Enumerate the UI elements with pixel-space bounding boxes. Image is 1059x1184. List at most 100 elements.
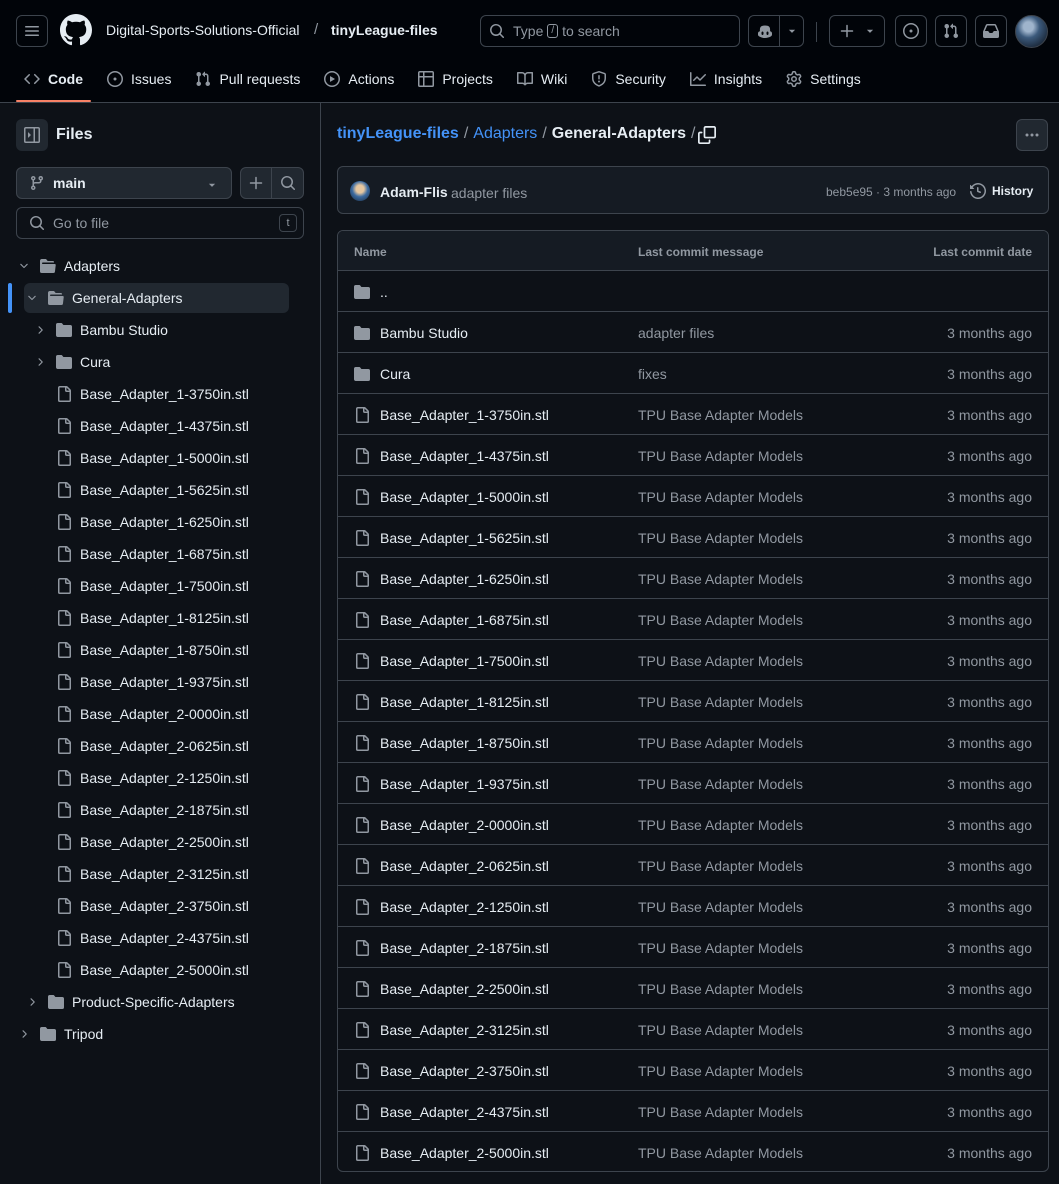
search-input[interactable]: Type / to search — [480, 15, 740, 47]
tree-folder-item[interactable]: Cura — [32, 347, 300, 377]
table-row[interactable]: Bambu Studio adapter files 3 months ago — [338, 312, 1048, 353]
tree-file-item[interactable]: Base_Adapter_1-8125in.stl — [32, 603, 300, 633]
row-name-link[interactable]: Base_Adapter_1-3750in.stl — [380, 407, 549, 423]
table-row[interactable]: Cura fixes 3 months ago — [338, 353, 1048, 394]
tree-file-item[interactable]: Base_Adapter_1-4375in.stl — [32, 411, 300, 441]
tree-file-item[interactable]: Base_Adapter_1-9375in.stl — [32, 667, 300, 697]
row-name-link[interactable]: Base_Adapter_1-7500in.stl — [380, 653, 549, 669]
table-row[interactable]: Base_Adapter_2-3125in.stl TPU Base Adapte… — [338, 1009, 1048, 1050]
tab-code[interactable]: Code — [16, 62, 91, 102]
row-name-link[interactable]: Base_Adapter_1-9375in.stl — [380, 776, 549, 792]
row-commit-message-link[interactable]: TPU Base Adapter Models — [638, 571, 803, 587]
tree-file-item[interactable]: Base_Adapter_1-6250in.stl — [32, 507, 300, 537]
create-new-button[interactable] — [829, 15, 885, 47]
tree-file-item[interactable]: Base_Adapter_1-6875in.stl — [32, 539, 300, 569]
row-name-link[interactable]: Cura — [380, 366, 410, 382]
tab-issues[interactable]: Issues — [99, 62, 179, 96]
row-commit-message-link[interactable]: adapter files — [638, 325, 714, 341]
author-avatar[interactable] — [350, 181, 370, 201]
parent-directory-link[interactable]: .. — [380, 284, 388, 300]
copy-path-button[interactable] — [698, 126, 716, 144]
row-name-link[interactable]: Base_Adapter_1-5625in.stl — [380, 530, 549, 546]
row-commit-message-link[interactable]: TPU Base Adapter Models — [638, 1145, 803, 1161]
row-name-link[interactable]: Base_Adapter_2-3750in.stl — [380, 1063, 549, 1079]
tree-file-item[interactable]: Base_Adapter_2-2500in.stl — [32, 827, 300, 857]
row-commit-message-link[interactable]: fixes — [638, 366, 667, 382]
row-name-link[interactable]: Base_Adapter_1-5000in.stl — [380, 489, 549, 505]
repo-name-link[interactable]: tinyLeague-files — [331, 22, 438, 38]
repo-owner-link[interactable]: Digital-Sports-Solutions-Official — [106, 22, 299, 38]
tree-folder-item[interactable]: Bambu Studio — [32, 315, 300, 345]
table-row[interactable]: Base_Adapter_2-1250in.stl TPU Base Adapte… — [338, 886, 1048, 927]
row-name-link[interactable]: Base_Adapter_2-1250in.stl — [380, 899, 549, 915]
tab-settings[interactable]: Settings — [778, 62, 869, 96]
tree-file-item[interactable]: Base_Adapter_1-7500in.stl — [32, 571, 300, 601]
row-commit-message-link[interactable]: TPU Base Adapter Models — [638, 858, 803, 874]
row-commit-message-link[interactable]: TPU Base Adapter Models — [638, 735, 803, 751]
tab-security[interactable]: Security — [583, 62, 674, 96]
menu-button[interactable] — [16, 15, 48, 47]
row-name-link[interactable]: Base_Adapter_2-1875in.stl — [380, 940, 549, 956]
row-commit-message-link[interactable]: TPU Base Adapter Models — [638, 448, 803, 464]
row-name-link[interactable]: Base_Adapter_2-3125in.stl — [380, 1022, 549, 1038]
tree-file-item[interactable]: Base_Adapter_1-3750in.stl — [32, 379, 300, 409]
row-commit-message-link[interactable]: TPU Base Adapter Models — [638, 407, 803, 423]
row-commit-message-link[interactable]: TPU Base Adapter Models — [638, 1022, 803, 1038]
tree-file-item[interactable]: Base_Adapter_2-4375in.stl — [32, 923, 300, 953]
table-row[interactable]: Base_Adapter_1-9375in.stl TPU Base Adapte… — [338, 763, 1048, 804]
commit-author-link[interactable]: Adam-Flis — [380, 184, 448, 200]
row-commit-message-link[interactable]: TPU Base Adapter Models — [638, 899, 803, 915]
breadcrumb-repo-link[interactable]: tinyLeague-files — [337, 125, 459, 143]
row-commit-message-link[interactable]: TPU Base Adapter Models — [638, 1063, 803, 1079]
tree-file-item[interactable]: Base_Adapter_2-1875in.stl — [32, 795, 300, 825]
table-row[interactable]: Base_Adapter_1-4375in.stl TPU Base Adapte… — [338, 435, 1048, 476]
row-name-link[interactable]: Base_Adapter_1-4375in.stl — [380, 448, 549, 464]
tree-folder-item[interactable]: General-Adapters — [24, 283, 289, 313]
tree-file-item[interactable]: Base_Adapter_2-5000in.stl — [32, 955, 300, 985]
more-options-button[interactable] — [1016, 119, 1048, 151]
tree-caret[interactable] — [16, 1028, 32, 1040]
table-row[interactable]: Base_Adapter_1-8125in.stl TPU Base Adapte… — [338, 681, 1048, 722]
row-name-link[interactable]: Base_Adapter_1-8125in.stl — [380, 694, 549, 710]
issues-button[interactable] — [895, 15, 927, 47]
table-row[interactable]: Base_Adapter_1-6875in.stl TPU Base Adapte… — [338, 599, 1048, 640]
tab-actions[interactable]: Actions — [316, 62, 402, 96]
table-row[interactable]: Base_Adapter_1-3750in.stl TPU Base Adapte… — [338, 394, 1048, 435]
tree-file-item[interactable]: Base_Adapter_2-0000in.stl — [32, 699, 300, 729]
table-row[interactable]: Base_Adapter_2-3750in.stl TPU Base Adapte… — [338, 1050, 1048, 1091]
tree-caret[interactable] — [32, 324, 48, 336]
tab-pull-requests[interactable]: Pull requests — [187, 62, 308, 96]
github-logo-icon[interactable] — [60, 14, 92, 46]
table-row[interactable]: Base_Adapter_2-5000in.stl TPU Base Adapte… — [338, 1132, 1048, 1171]
tree-file-item[interactable]: Base_Adapter_2-1250in.stl — [32, 763, 300, 793]
collapse-sidebar-button[interactable] — [16, 119, 48, 151]
row-commit-message-link[interactable]: TPU Base Adapter Models — [638, 776, 803, 792]
table-row[interactable]: Base_Adapter_2-0000in.stl TPU Base Adapte… — [338, 804, 1048, 845]
breadcrumb-adapters-link[interactable]: Adapters — [473, 125, 537, 143]
branch-selector[interactable]: main — [16, 167, 232, 199]
parent-directory-row[interactable]: .. — [338, 271, 1048, 312]
commit-hash-time[interactable]: beb5e95 · 3 months ago — [826, 185, 956, 199]
go-to-file-input[interactable]: Go to file t — [16, 207, 304, 239]
tree-folder-item[interactable]: Tripod — [16, 1019, 300, 1049]
inbox-button[interactable] — [975, 15, 1007, 47]
row-name-link[interactable]: Base_Adapter_2-0000in.stl — [380, 817, 549, 833]
row-commit-message-link[interactable]: TPU Base Adapter Models — [638, 940, 803, 956]
tree-file-item[interactable]: Base_Adapter_1-8750in.stl — [32, 635, 300, 665]
row-name-link[interactable]: Base_Adapter_2-0625in.stl — [380, 858, 549, 874]
row-commit-message-link[interactable]: TPU Base Adapter Models — [638, 981, 803, 997]
row-name-link[interactable]: Base_Adapter_1-6875in.stl — [380, 612, 549, 628]
user-avatar[interactable] — [1015, 15, 1048, 48]
row-name-link[interactable]: Bambu Studio — [380, 325, 468, 341]
tab-wiki[interactable]: Wiki — [509, 62, 575, 96]
row-name-link[interactable]: Base_Adapter_1-6250in.stl — [380, 571, 549, 587]
tree-caret[interactable] — [16, 260, 32, 272]
tree-caret[interactable] — [32, 356, 48, 368]
tree-file-item[interactable]: Base_Adapter_1-5625in.stl — [32, 475, 300, 505]
tree-file-item[interactable]: Base_Adapter_1-5000in.stl — [32, 443, 300, 473]
table-row[interactable]: Base_Adapter_2-2500in.stl TPU Base Adapte… — [338, 968, 1048, 1009]
table-row[interactable]: Base_Adapter_1-7500in.stl TPU Base Adapte… — [338, 640, 1048, 681]
copilot-button[interactable] — [748, 15, 804, 47]
row-name-link[interactable]: Base_Adapter_2-2500in.stl — [380, 981, 549, 997]
history-button[interactable]: History — [970, 183, 1033, 199]
